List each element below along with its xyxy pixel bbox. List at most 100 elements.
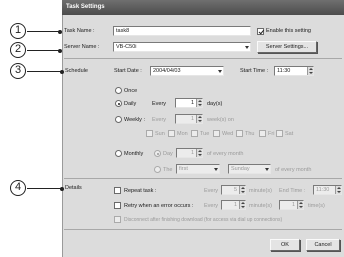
day-checkbox-mon[interactable] — [168, 130, 175, 137]
spinner-arrows-icon[interactable] — [307, 67, 313, 75]
start-time-value: 11:30 — [277, 68, 291, 74]
weekly-label: Weekly : — [124, 116, 145, 123]
once-radio[interactable] — [115, 87, 122, 94]
callout-1-leader — [27, 31, 60, 33]
spinner-arrows-icon[interactable] — [196, 115, 202, 123]
day-checkbox-thu[interactable] — [236, 130, 243, 137]
enable-setting-label: Enable this setting — [266, 28, 311, 34]
day-label-fri: Fri — [268, 130, 275, 137]
daily-radio[interactable] — [115, 100, 122, 107]
callout-3: 3 — [10, 63, 26, 79]
chevron-down-icon — [214, 168, 218, 171]
callout-2: 2 — [10, 42, 26, 58]
retry-label: Retry when an error occurs : — [124, 202, 194, 209]
retry-checkbox[interactable] — [114, 202, 121, 209]
of-every-month-label: of every month — [207, 150, 244, 157]
enable-setting-checkbox[interactable] — [257, 27, 264, 35]
callout-1: 1 — [10, 23, 26, 39]
spinner-arrows-icon[interactable] — [297, 201, 303, 209]
callout-4-dot — [60, 186, 64, 191]
day-label-sun: Sun — [155, 130, 165, 137]
spinner-arrows-icon[interactable] — [239, 186, 245, 194]
task-name-input[interactable]: task8 — [113, 26, 251, 36]
callout-3-dot — [60, 69, 64, 74]
daily-interval-spinner[interactable]: 1 — [175, 98, 203, 108]
task-name-label: Task Name : — [64, 28, 95, 34]
spinner-arrows-icon[interactable] — [196, 99, 202, 107]
server-settings-button[interactable]: Server Settings... — [257, 41, 317, 53]
retry-every-label: Every — [204, 202, 219, 209]
monthly-the-label: The — [163, 166, 173, 173]
weekly-radio[interactable] — [115, 116, 122, 123]
details-label: Details — [65, 185, 82, 191]
start-time-spinner[interactable]: 11:30 — [274, 66, 314, 76]
monthly-day-spinner[interactable]: 1 — [176, 148, 203, 158]
callout-2-dot — [58, 48, 62, 53]
spinner-arrows-icon[interactable] — [196, 149, 202, 157]
monthly-day-radio[interactable] — [154, 150, 161, 157]
monthly-the-radio[interactable] — [154, 166, 161, 173]
start-date-label: Start Date : — [114, 68, 142, 74]
callout-3-leader — [27, 71, 62, 73]
divider — [64, 58, 342, 59]
retry-times-unit-label: time(s) — [308, 202, 325, 209]
day-label-mon: Mon — [177, 130, 188, 137]
schedule-label: Schedule — [65, 68, 88, 74]
day-checkbox-sat[interactable] — [276, 130, 283, 137]
repeat-interval-spinner[interactable]: 5 — [221, 185, 246, 195]
callout-1-dot — [58, 29, 62, 34]
spinner-arrows-icon[interactable] — [239, 201, 245, 209]
callout-2-leader — [27, 50, 60, 52]
day-checkbox-tue[interactable] — [191, 130, 198, 137]
weekly-interval-spinner[interactable]: 1 — [175, 114, 203, 124]
divider — [64, 229, 342, 230]
repeat-every-label: Every — [204, 187, 219, 194]
retry-times-spinner[interactable]: 1 — [279, 200, 304, 210]
daily-every-label: Every — [152, 100, 167, 107]
day-label-tue: Tue — [200, 130, 210, 137]
monthly-label: Monthly — [124, 150, 144, 157]
end-time-label: End Time : — [279, 187, 306, 194]
once-label: Once — [124, 87, 138, 94]
start-date-value: 2004/04/03 — [153, 68, 181, 74]
disconnect-checkbox[interactable] — [114, 216, 121, 223]
end-time-value: 11:30 — [316, 187, 330, 193]
weekday-select[interactable]: Sunday — [228, 164, 271, 174]
day-label-wed: Wed — [222, 130, 234, 137]
callout-4: 4 — [10, 180, 26, 196]
monthly-day-value: 1 — [190, 150, 194, 156]
monthly-radio[interactable] — [115, 150, 122, 157]
daily-interval-value: 1 — [190, 100, 194, 106]
monthly-day-label: Day — [163, 150, 173, 157]
day-label-sat: Sat — [285, 130, 294, 137]
cancel-button[interactable]: Cancel — [306, 239, 340, 251]
weekday-value: Sunday — [231, 166, 250, 172]
end-time-spinner[interactable]: 11:30 — [313, 185, 342, 195]
daily-label: Daily — [124, 100, 137, 107]
day-checkbox-fri[interactable] — [259, 130, 266, 137]
start-date-picker[interactable]: 2004/04/03 — [150, 66, 224, 76]
callout-4-leader — [27, 188, 62, 190]
retry-interval-spinner[interactable]: 1 — [221, 200, 246, 210]
repeat-task-checkbox[interactable] — [114, 187, 121, 194]
server-name-value: VB-C50i — [116, 44, 137, 50]
disconnect-label: Disconnect after finishing download (for… — [124, 216, 283, 223]
retry-unit-label: minute(s) — [249, 202, 272, 209]
ordinal-select[interactable]: first — [176, 164, 220, 174]
weekly-unit-label: week(s) on — [207, 116, 234, 123]
repeat-task-label: Repeat task : — [124, 187, 157, 194]
day-checkbox-sun[interactable] — [146, 130, 153, 137]
divider — [64, 178, 342, 179]
spinner-arrows-icon[interactable] — [335, 186, 341, 194]
repeat-unit-label: minute(s) — [249, 187, 272, 194]
server-name-select[interactable]: VB-C50i — [113, 42, 251, 52]
repeat-interval-value: 5 — [233, 187, 237, 193]
weekly-interval-value: 1 — [190, 116, 194, 122]
daily-unit-label: day(s) — [207, 100, 223, 107]
of-every-month-label-2: of every month — [275, 166, 312, 173]
day-checkbox-wed[interactable] — [213, 130, 220, 137]
ok-button[interactable]: OK — [270, 239, 300, 251]
window-title-bar: Task Settings — [62, 0, 344, 15]
chevron-down-icon — [265, 168, 269, 171]
retry-times-value: 1 — [291, 202, 295, 208]
